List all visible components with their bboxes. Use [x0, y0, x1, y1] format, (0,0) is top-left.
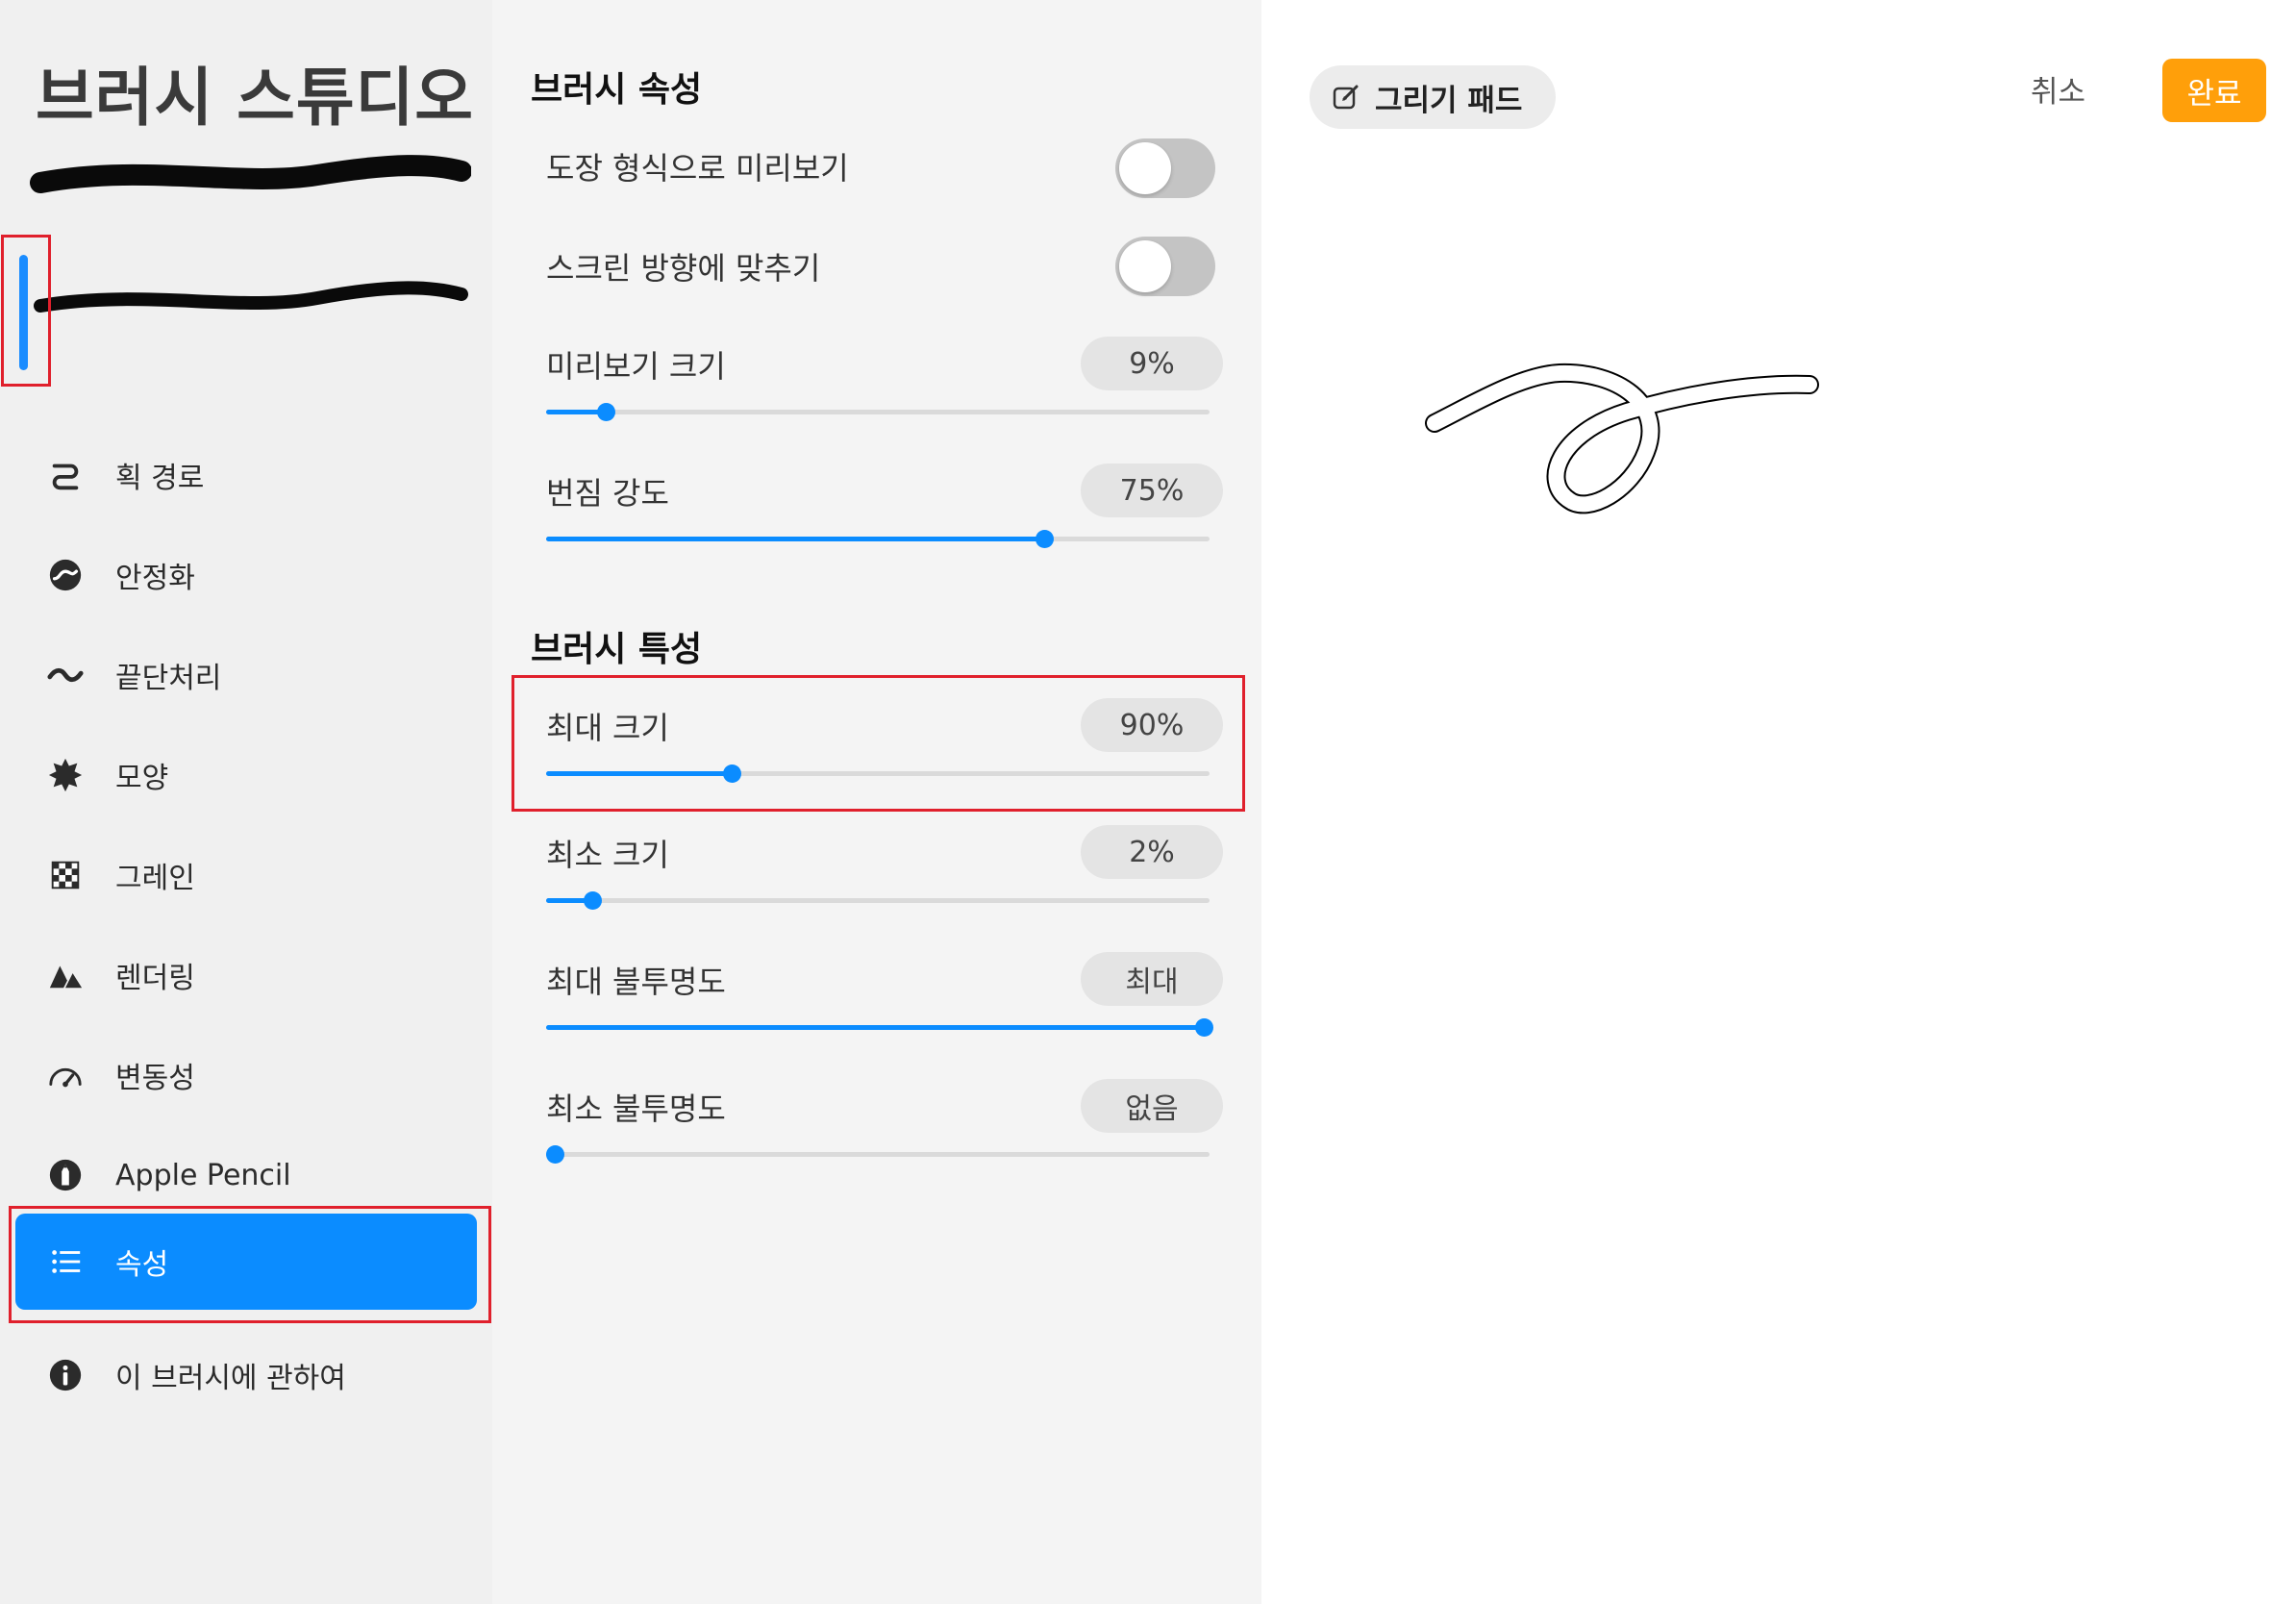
taper-icon — [15, 657, 115, 693]
brush-stroke-preview[interactable] — [29, 144, 471, 337]
drawing-pad-button[interactable]: 그리기 패드 — [1310, 65, 1556, 129]
sidebar-item-label: 변동성 — [115, 1062, 195, 1095]
preview-size-value[interactable]: 9% — [1081, 337, 1223, 390]
stamp-preview-toggle[interactable] — [1115, 138, 1215, 198]
sidebar-item-grain[interactable]: 그레인 — [15, 827, 477, 923]
sidebar-item-label: 모양 — [115, 762, 169, 795]
stamp-preview-label: 도장 형식으로 미리보기 — [546, 150, 849, 187]
sidebar-item-about[interactable]: 이 브러시에 관하여 — [15, 1327, 477, 1423]
sidebar-item-label: Apple Pencil — [115, 1158, 291, 1192]
properties-highlight-box — [9, 1206, 491, 1323]
slider-thumb[interactable] — [597, 403, 616, 421]
sidebar-item-stroke-path[interactable]: 획 경로 — [15, 427, 477, 523]
sidebar-item-label: 끝단처리 — [115, 662, 222, 695]
section-title-brush-behavior: 브러시 특성 — [531, 630, 703, 669]
min-size-label: 최소 크기 — [546, 837, 669, 873]
sidebar-item-stabilization[interactable]: 안정화 — [15, 527, 477, 623]
smudge-label: 번짐 강도 — [546, 475, 669, 512]
sidebar: 브러시 스튜디오 획 경로 안정화 끝단처리 모양 그레인 렌더링 변동성 Ap… — [0, 0, 492, 1604]
drawing-canvas[interactable]: 그리기 패드 취소 완료 — [1261, 0, 2296, 1604]
slider-thumb[interactable] — [584, 891, 603, 910]
grain-icon — [15, 857, 115, 893]
edit-icon — [1333, 85, 1359, 110]
sidebar-item-taper[interactable]: 끝단처리 — [15, 627, 477, 723]
slider-thumb[interactable] — [546, 1145, 564, 1164]
slider-track — [546, 1152, 1210, 1157]
min-opacity-slider[interactable] — [546, 1142, 1210, 1165]
info-icon — [15, 1357, 115, 1393]
sidebar-item-label: 그레인 — [115, 862, 195, 895]
min-opacity-value[interactable]: 없음 — [1081, 1079, 1223, 1133]
min-size-value[interactable]: 2% — [1081, 825, 1223, 879]
max-size-highlight-box — [512, 675, 1245, 812]
smudge-slider[interactable] — [546, 527, 1210, 550]
stroke-path-icon — [15, 457, 115, 493]
preview-selection-marker — [19, 255, 28, 370]
done-button[interactable]: 완료 — [2162, 59, 2266, 122]
sidebar-item-dynamics[interactable]: 변동성 — [15, 1027, 477, 1123]
max-opacity-label: 최대 불투명도 — [546, 964, 726, 1000]
drawing-pad-label: 그리기 패드 — [1375, 83, 1523, 118]
sidebar-item-label: 안정화 — [115, 562, 195, 595]
slider-track — [546, 898, 1210, 903]
slider-fill — [546, 537, 1044, 541]
preview-highlight-box — [1, 235, 51, 387]
shape-icon — [15, 757, 115, 793]
orient-to-screen-label: 스크린 방향에 맞추기 — [546, 250, 821, 287]
toggle-knob — [1119, 240, 1171, 292]
cancel-button[interactable]: 취소 — [2031, 67, 2085, 111]
toggle-knob — [1119, 142, 1171, 194]
sidebar-item-rendering[interactable]: 렌더링 — [15, 927, 477, 1023]
sidebar-item-label: 획 경로 — [115, 462, 205, 495]
min-size-slider[interactable] — [546, 889, 1210, 912]
test-stroke-drawing — [1425, 363, 1819, 514]
slider-track — [546, 410, 1210, 414]
sidebar-item-shape[interactable]: 모양 — [15, 727, 477, 823]
dynamics-icon — [15, 1057, 115, 1093]
slider-thumb[interactable] — [1195, 1018, 1213, 1037]
sidebar-item-label: 이 브러시에 관하여 — [115, 1362, 346, 1395]
slider-fill — [546, 1025, 1204, 1030]
stabilization-icon — [15, 557, 115, 593]
section-title-brush-properties: 브러시 속성 — [531, 70, 703, 110]
orient-to-screen-toggle[interactable] — [1115, 237, 1215, 296]
app-title: 브러시 스튜디오 — [36, 61, 475, 135]
preview-size-slider[interactable] — [546, 400, 1210, 423]
sidebar-item-label: 렌더링 — [115, 962, 195, 995]
slider-thumb[interactable] — [1035, 530, 1054, 548]
smudge-value[interactable]: 75% — [1081, 464, 1223, 517]
rendering-icon — [15, 957, 115, 993]
preview-size-label: 미리보기 크기 — [546, 348, 726, 385]
min-opacity-label: 최소 불투명도 — [546, 1090, 726, 1127]
max-opacity-slider[interactable] — [546, 1015, 1213, 1039]
max-opacity-value[interactable]: 최대 — [1081, 952, 1223, 1006]
apple-pencil-icon — [15, 1157, 115, 1193]
